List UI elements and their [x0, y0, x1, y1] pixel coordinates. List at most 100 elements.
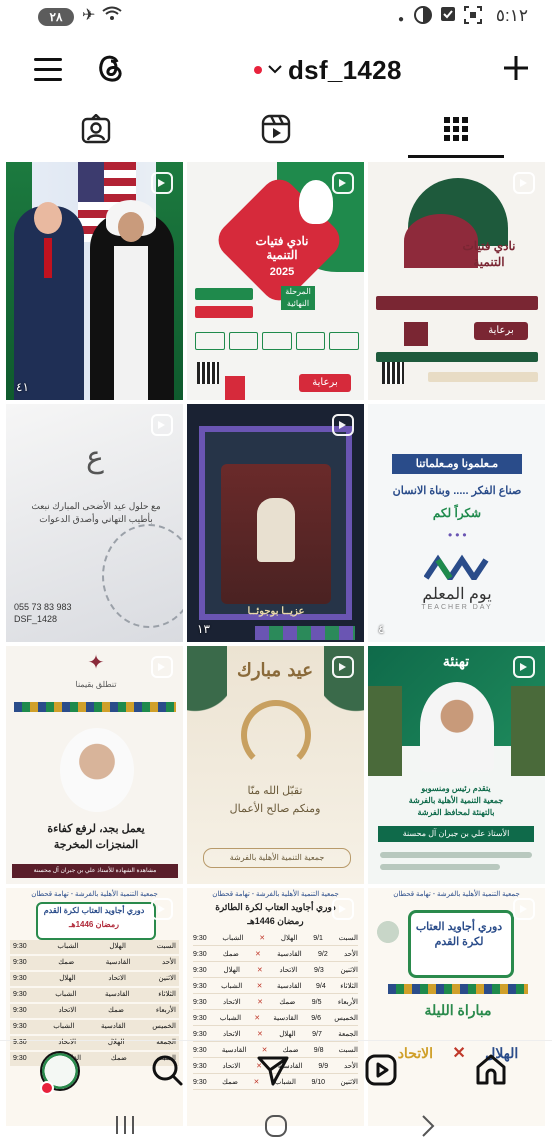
league-season: رمضان 1446هـ — [69, 920, 119, 929]
match-date: 9/6 — [311, 1015, 322, 1022]
sponsor-label: برعاية — [299, 374, 351, 392]
post-text: يتقدم رئيس ومنسوبو — [421, 784, 491, 793]
match-day: الأربعاء — [155, 1007, 176, 1014]
do-not-disturb-icon — [414, 6, 432, 30]
step — [195, 332, 225, 350]
home-tab[interactable] — [474, 1053, 514, 1093]
post-tile[interactable]: ع مع حلول عيد الأضحى المبارك نبعث بأطيب … — [6, 404, 183, 642]
post-tile[interactable]: نادي فتيات التنمية 2025 المرحلة النهائية… — [187, 162, 364, 400]
post-tile[interactable]: ✦ تنطلق بقيمنا يعمل بجد، لرفع كفاءة المن… — [6, 646, 183, 884]
checkbox-icon — [440, 6, 456, 28]
match-date: 9/1 — [313, 935, 323, 942]
profile-tab[interactable] — [40, 1051, 84, 1095]
match-day: الثلاثاء — [340, 983, 358, 990]
table-row: 9:30 الشباب الهلال السبت — [10, 940, 179, 954]
view-count: ١٣ — [197, 622, 210, 636]
search-tab[interactable] — [150, 1053, 190, 1093]
reel-icon — [151, 414, 173, 436]
match-date: 9/5 — [311, 999, 322, 1006]
step — [295, 332, 326, 350]
tab-tagged[interactable] — [4, 100, 188, 158]
table-row: 9:30 الاتحاد ✕ ضمك 9/5 الأربعاء — [193, 996, 358, 1010]
menu-icon[interactable] — [34, 58, 62, 81]
team-name: الاتحاد — [223, 999, 241, 1006]
bar — [380, 852, 532, 858]
sponsor-label: برعاية — [474, 322, 528, 340]
match-date: 9/3 — [313, 967, 324, 974]
post-tile[interactable]: تهنئة يتقدم رئيس ومنسوبو جمعية التنمية ا… — [368, 646, 545, 884]
post-tile[interactable]: عزيــا بوجوئــا ١٣ — [187, 404, 364, 642]
logo — [225, 376, 245, 400]
subtitle-text: صناع الفكر ..... وبناة الانسان — [392, 485, 522, 497]
eid-greeting: عيد مبارك — [237, 660, 313, 681]
reel-icon — [513, 656, 535, 678]
reels-tab[interactable] — [364, 1053, 404, 1093]
table-row: 9:30 الهلال الاتحاد الاثنين — [10, 972, 179, 986]
ornament — [368, 902, 408, 962]
person — [114, 246, 148, 400]
bar — [376, 352, 538, 362]
team-name: الشباب — [219, 1015, 242, 1022]
match-day: الاثنين — [158, 975, 176, 982]
versus-icon: ✕ — [257, 999, 263, 1006]
reel-icon — [151, 172, 173, 194]
team-name: القادسية — [273, 1015, 299, 1022]
post-tile[interactable]: نادي فتيات التنمية برعاية — [368, 162, 545, 400]
versus-icon: ✕ — [254, 1015, 261, 1022]
match-day: الثلاثاء — [158, 991, 176, 998]
tab-grid[interactable] — [364, 100, 548, 158]
team-name: القادسية — [276, 983, 302, 990]
footer-banner: مشاهدة الشهادة للأستاذ علي بن جبران آل م… — [12, 864, 178, 878]
team-name: الهلال — [59, 975, 76, 982]
post-title: نادي فتيات التنمية — [255, 234, 309, 262]
threads-icon[interactable] — [96, 52, 126, 86]
org-name: جمعية التنمية الأهلية بالفرشة - تهامة قح… — [393, 891, 520, 898]
profile-tabs — [0, 100, 552, 158]
match-time: 9:30 — [193, 935, 207, 942]
bar — [380, 864, 500, 870]
portrait — [60, 728, 134, 812]
versus-icon: ✕ — [256, 983, 263, 990]
match-day: الخميس — [334, 1015, 358, 1022]
reel-icon — [332, 172, 354, 194]
landscape — [368, 686, 402, 776]
grid-icon — [444, 117, 468, 141]
account-switcher[interactable]: dsf_1428 — [254, 52, 402, 88]
match-day: الأحد — [343, 951, 358, 958]
team-name: الاتحاد — [108, 975, 126, 982]
back-icon[interactable] — [420, 1114, 436, 1143]
teacher-day-en: TEACHER DAY — [421, 604, 493, 611]
landscape — [511, 686, 545, 776]
team-name: القادسية — [105, 991, 130, 998]
match-day: السبت — [156, 943, 176, 950]
post-text: جمعية التنمية الأهلية بالفرشة — [408, 796, 504, 805]
versus-icon: ✕ — [259, 935, 266, 942]
headline-banner: مـعلمونا ومـعلماتنا — [392, 454, 522, 474]
steps-row — [195, 332, 359, 350]
tie — [44, 238, 52, 278]
person — [118, 212, 144, 242]
date-chip — [376, 296, 538, 310]
table-row: 9:30 ضمك القادسية الأحد — [10, 956, 179, 970]
table-row: 9:30 الهلال ✕ الاتحاد 9/3 الاثنين — [193, 964, 358, 978]
post-tile[interactable]: مـعلمونا ومـعلماتنا صناع الفكر ..... وبن… — [368, 404, 545, 642]
versus-icon: ✕ — [256, 967, 263, 974]
org-name: جمعية التنمية الأهلية بالفرشة - تهامة قح… — [212, 891, 339, 898]
home-button-icon[interactable] — [264, 1114, 288, 1143]
create-icon[interactable] — [500, 52, 532, 84]
match-day: الخميس — [152, 1023, 176, 1030]
recent-apps-icon[interactable] — [114, 1114, 136, 1141]
match-date: 9/4 — [316, 983, 326, 990]
search-icon — [152, 1055, 183, 1086]
team-name: الاتحاد — [279, 967, 298, 974]
team-name: الهلال — [223, 967, 241, 974]
post-tile[interactable]: ٤١ — [6, 162, 183, 400]
team-name: الشباب — [55, 991, 77, 998]
post-tile[interactable]: عيد مبارك تقبّل الله منّا ومنكم صالح الأ… — [187, 646, 364, 884]
table-row: 9:30 الشباب القادسية الخميس — [10, 1020, 179, 1034]
notification-dot — [254, 66, 262, 74]
stage-badge: المرحلة النهائية — [281, 286, 315, 310]
match-time: 9:30 — [193, 951, 207, 958]
direct-tab[interactable] — [256, 1053, 296, 1093]
tab-reels[interactable] — [184, 100, 368, 158]
